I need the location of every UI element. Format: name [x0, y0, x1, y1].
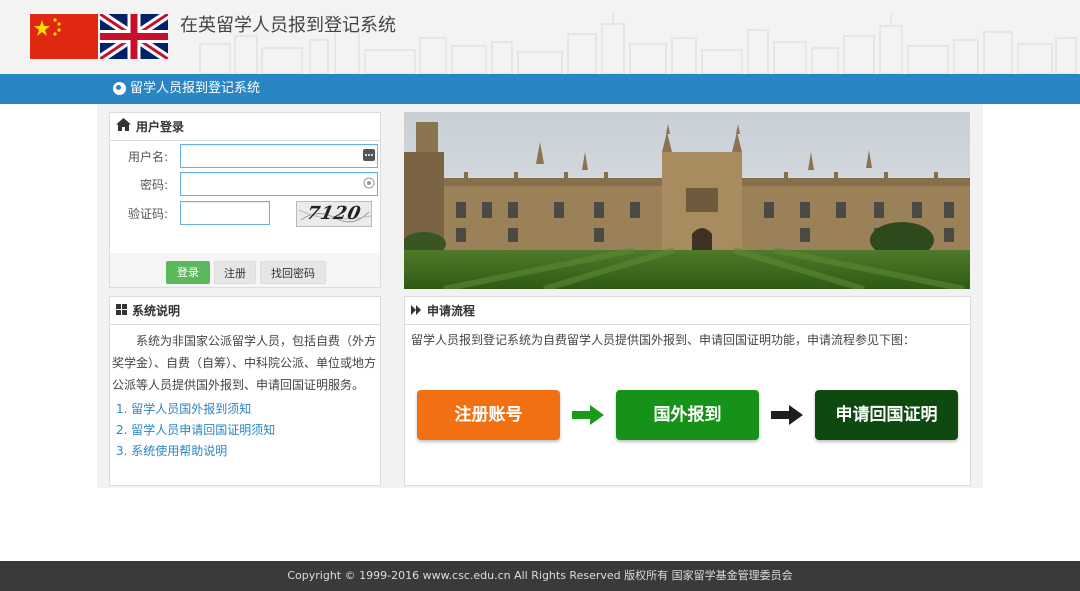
register-button[interactable]: 注册 [214, 261, 256, 284]
username-label: 用户名: [127, 150, 168, 164]
double-chevron-right-icon [411, 297, 422, 325]
password-row: 密码: [110, 172, 380, 196]
keyboard-icon[interactable] [363, 149, 375, 161]
application-process-text: 留学人员报到登记系统为自费留学人员提供国外报到、申请回国证明功能，申请流程参见下… [411, 333, 916, 347]
recover-password-button[interactable]: 找回密码 [260, 261, 326, 284]
home-icon [116, 113, 131, 141]
captcha-label: 验证码: [127, 207, 168, 221]
captcha-row: 验证码: 7120 [110, 201, 380, 227]
system-description-panel: 系统说明 系统为非国家公派留学人员，包括自费（外方奖学金）、自费（自筹）、中科院… [109, 296, 381, 486]
link-report-notice[interactable]: 1. 留学人员国外报到须知 [116, 399, 380, 420]
college-building-image [404, 112, 970, 289]
password-label: 密码: [139, 178, 168, 192]
copyright-text: Copyright © 1999-2016 www.csc.edu.cn All… [287, 569, 793, 582]
site-title: 在英留学人员报到登记系统 [180, 15, 396, 36]
step-register-account: 注册账号 [417, 390, 560, 440]
login-panel: 用户登录 用户名: 密码: 验证码: 7120 登录 注册 找回密码 [109, 112, 381, 288]
username-input[interactable] [180, 144, 378, 168]
uk-flag [97, 10, 171, 63]
system-description-text: 系统为非国家公派留学人员，包括自费（外方奖学金）、自费（自筹）、中科院公派、单位… [112, 334, 377, 392]
application-process-header: 申请流程 [405, 297, 970, 325]
login-button-bar: 登录 注册 找回密码 [110, 253, 380, 287]
captcha-image[interactable]: 7120 [296, 201, 372, 227]
windows-icon [116, 297, 127, 325]
captcha-text: 7120 [304, 203, 364, 224]
system-description-header: 系统说明 [110, 297, 380, 325]
link-system-help[interactable]: 3. 系统使用帮助说明 [116, 441, 380, 462]
nav-title[interactable]: 留学人员报到登记系统 [130, 80, 260, 98]
login-heading: 用户登录 [136, 119, 185, 134]
step-overseas-report: 国外报到 [616, 390, 759, 440]
password-input[interactable] [180, 172, 378, 196]
arrow-right-icon [771, 405, 803, 425]
password-reveal-icon[interactable] [363, 177, 375, 189]
page-footer: Copyright © 1999-2016 www.csc.edu.cn All… [0, 561, 1080, 591]
step-return-certificate: 申请回国证明 [815, 390, 958, 440]
arrow-right-icon [572, 405, 604, 425]
nav-bar: 留学人员报到登记系统 [0, 74, 1080, 104]
link-return-certificate-notice[interactable]: 2. 留学人员申请回国证明须知 [116, 420, 380, 441]
login-button[interactable]: 登录 [166, 261, 210, 284]
china-flag [30, 14, 98, 59]
system-description-heading: 系统说明 [132, 303, 181, 318]
captcha-input[interactable] [180, 201, 270, 225]
login-panel-header: 用户登录 [110, 113, 380, 141]
application-process-panel: 申请流程 留学人员报到登记系统为自费留学人员提供国外报到、申请回国证明功能，申请… [404, 296, 971, 486]
site-header: 在英留学人员报到登记系统 [0, 0, 1080, 74]
help-links-list: 1. 留学人员国外报到须知 2. 留学人员申请回国证明须知 3. 系统使用帮助说… [110, 396, 380, 462]
username-row: 用户名: [110, 144, 380, 168]
globe-icon [113, 82, 126, 95]
application-process-heading: 申请流程 [427, 303, 476, 318]
